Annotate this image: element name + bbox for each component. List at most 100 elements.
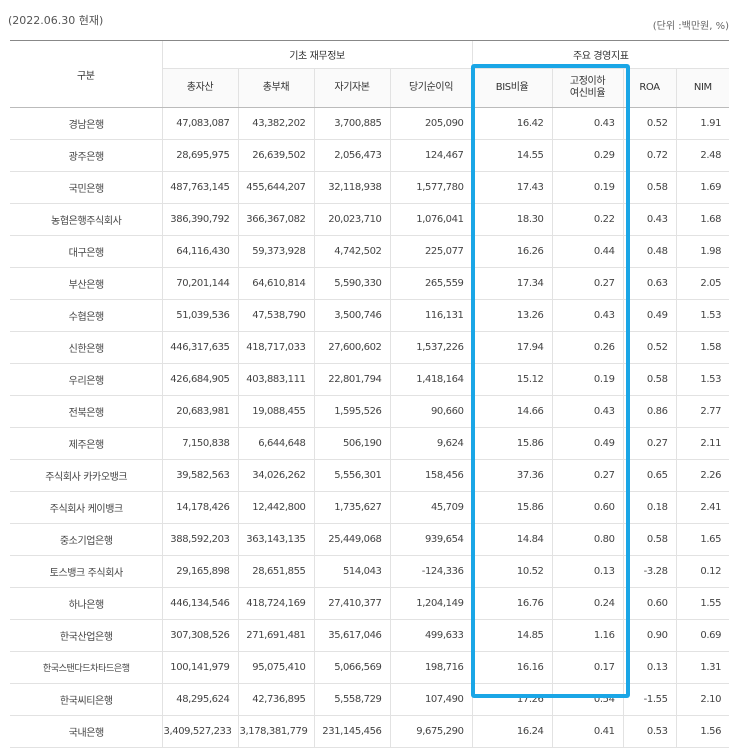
cell-total-assets: 446,134,546 — [161, 587, 238, 620]
cell-equity: 20,023,710 — [313, 203, 390, 236]
cell-nim: 1.68 — [675, 203, 730, 236]
table-row: 부산은행 70,201,144 64,610,814 5,590,330 265,559… — [10, 267, 730, 300]
cell-total-assets: 64,116,430 — [161, 235, 238, 268]
cell-roa: 0.13 — [622, 651, 677, 684]
cell-roa: 0.52 — [622, 107, 677, 140]
cell-net-income: 1,418,164 — [389, 363, 473, 396]
table-row: 농협은행주식회사 386,390,792 366,367,082 20,023,710… — [10, 203, 730, 236]
cell-roa: 0.48 — [622, 235, 677, 268]
cell-total-liabilities: 59,373,928 — [237, 235, 314, 268]
cell-net-income: 1,204,149 — [389, 587, 473, 620]
cell-total-assets: 100,141,979 — [161, 651, 238, 684]
col-header-roa: ROA — [622, 68, 677, 108]
cell-bis-ratio: 37.36 — [471, 459, 553, 492]
cell-net-income: 205,090 — [389, 107, 473, 140]
cell-total-liabilities: 43,382,202 — [237, 107, 314, 140]
cell-bis-ratio: 14.55 — [471, 139, 553, 172]
cell-total-assets: 48,295,624 — [161, 683, 238, 716]
cell-net-income: 225,077 — [389, 235, 473, 268]
cell-equity: 32,118,938 — [313, 171, 390, 204]
cell-total-assets: 388,592,203 — [161, 523, 238, 556]
cell-roa: 0.58 — [622, 523, 677, 556]
cell-total-assets: 487,763,145 — [161, 171, 238, 204]
table-row: 우리은행 426,684,905 403,883,111 22,801,794 1,41… — [10, 363, 730, 396]
cell-roa: 0.53 — [622, 715, 677, 748]
cell-roa: 0.18 — [622, 491, 677, 524]
table-row: 한국씨티은행 48,295,624 42,736,895 5,558,729 107,4… — [10, 683, 730, 716]
table-row: 광주은행 28,695,975 26,639,502 2,056,473 124,467… — [10, 139, 730, 172]
cell-bis-ratio: 13.26 — [471, 299, 553, 332]
cell-roa: 0.27 — [622, 427, 677, 460]
cell-nim: 2.10 — [675, 683, 730, 716]
date-label: (2022.06.30 현재) — [8, 14, 104, 27]
cell-npl-ratio: 0.43 — [551, 299, 624, 332]
cell-total-assets: 29,165,898 — [161, 555, 238, 588]
col-header-npl-line1: 고정이하 — [569, 76, 606, 87]
cell-equity: 35,617,046 — [313, 619, 390, 652]
col-header-equity: 자기자본 — [313, 68, 390, 108]
unit-label: (단위 :백만원, %) — [652, 21, 729, 32]
cell-bis-ratio: 15.12 — [471, 363, 553, 396]
cell-equity: 5,556,301 — [313, 459, 390, 492]
cell-total-liabilities: 95,075,410 — [237, 651, 314, 684]
cell-nim: 1.69 — [675, 171, 730, 204]
cell-total-assets: 426,684,905 — [161, 363, 238, 396]
cell-roa: 0.43 — [622, 203, 677, 236]
cell-bis-ratio: 14.66 — [471, 395, 553, 428]
cell-bis-ratio: 17.43 — [471, 171, 553, 204]
cell-total-liabilities: 3,178,381,779 — [237, 715, 314, 748]
cell-nim: 2.26 — [675, 459, 730, 492]
col-header-total-liabilities: 총부채 — [237, 68, 314, 108]
cell-nim: 2.77 — [675, 395, 730, 428]
cell-roa: -1.55 — [622, 683, 677, 716]
cell-nim: 2.48 — [675, 139, 730, 172]
cell-net-income: 265,559 — [389, 267, 473, 300]
cell-bis-ratio: 15.86 — [471, 491, 553, 524]
cell-npl-ratio: 0.54 — [551, 683, 624, 716]
cell-net-income: 45,709 — [389, 491, 473, 524]
cell-bank-name: 수협은행 — [10, 299, 162, 332]
cell-nim: 1.31 — [675, 651, 730, 684]
cell-equity: 22,801,794 — [313, 363, 390, 396]
cell-roa: 0.60 — [622, 587, 677, 620]
cell-total-liabilities: 28,651,855 — [237, 555, 314, 588]
cell-total-assets: 7,150,838 — [161, 427, 238, 460]
table-row: 전북은행 20,683,981 19,088,455 1,595,526 90,660 1… — [10, 395, 730, 428]
cell-roa: 0.49 — [622, 299, 677, 332]
cell-nim: 1.91 — [675, 107, 730, 140]
cell-bis-ratio: 14.84 — [471, 523, 553, 556]
cell-bis-ratio: 16.42 — [471, 107, 553, 140]
cell-roa: 0.58 — [622, 363, 677, 396]
cell-total-liabilities: 271,691,481 — [237, 619, 314, 652]
cell-bank-name: 중소기업은행 — [10, 523, 162, 556]
cell-bank-name: 제주은행 — [10, 427, 162, 460]
cell-net-income: 90,660 — [389, 395, 473, 428]
table-row: 주식회사 카카오뱅크 39,582,563 34,026,262 5,556,301 1… — [10, 459, 730, 492]
cell-bank-name: 부산은행 — [10, 267, 162, 300]
cell-bank-name: 토스뱅크 주식회사 — [10, 555, 162, 588]
cell-bank-name: 광주은행 — [10, 139, 162, 172]
cell-npl-ratio: 0.27 — [551, 267, 624, 300]
cell-bis-ratio: 16.26 — [471, 235, 553, 268]
cell-bis-ratio: 15.86 — [471, 427, 553, 460]
cell-npl-ratio: 0.27 — [551, 459, 624, 492]
cell-equity: 1,595,526 — [313, 395, 390, 428]
cell-total-liabilities: 19,088,455 — [237, 395, 314, 428]
col-header-npl: 고정이하 여신비율 — [551, 68, 624, 108]
cell-bis-ratio: 18.30 — [471, 203, 553, 236]
cell-net-income: -124,336 — [389, 555, 473, 588]
cell-bank-name: 국내은행 — [10, 715, 162, 748]
cell-total-liabilities: 418,724,169 — [237, 587, 314, 620]
cell-equity: 5,066,569 — [313, 651, 390, 684]
cell-equity: 3,700,885 — [313, 107, 390, 140]
cell-equity: 5,590,330 — [313, 267, 390, 300]
cell-nim: 1.53 — [675, 363, 730, 396]
cell-total-assets: 20,683,981 — [161, 395, 238, 428]
table-row: 대구은행 64,116,430 59,373,928 4,742,502 225,077… — [10, 235, 730, 268]
cell-bank-name: 농협은행주식회사 — [10, 203, 162, 236]
cell-nim: 1.55 — [675, 587, 730, 620]
table-row: 제주은행 7,150,838 6,644,648 506,190 9,624 15.86 0… — [10, 427, 730, 460]
cell-total-assets: 47,083,087 — [161, 107, 238, 140]
table-row: 신한은행 446,317,635 418,717,033 27,600,602 1,53… — [10, 331, 730, 364]
cell-net-income: 124,467 — [389, 139, 473, 172]
